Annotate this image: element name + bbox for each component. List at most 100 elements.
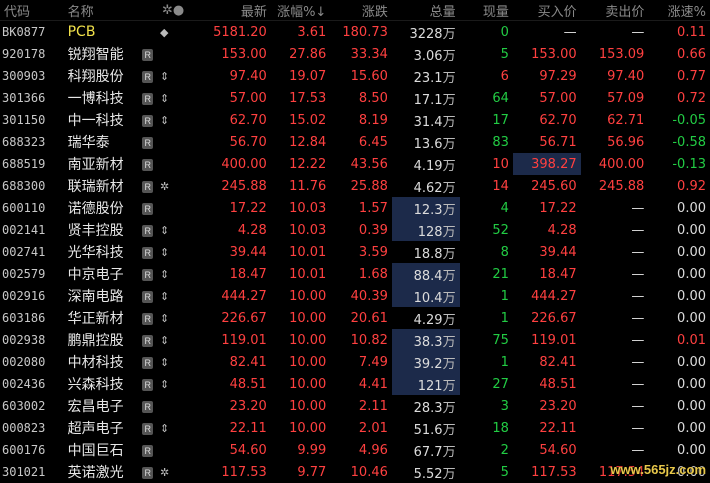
status-mark-icon: [158, 197, 199, 219]
bid-price: 18.47: [513, 263, 581, 285]
col-header-bid[interactable]: 买入价: [513, 0, 581, 21]
col-header-current[interactable]: 现量: [460, 0, 513, 21]
table-row[interactable]: 002916深南电路R⇕444.2710.0040.3910.4万1444.27…: [0, 285, 710, 307]
current-volume: 27: [460, 373, 513, 395]
table-row[interactable]: 002080中材科技R⇕82.4110.007.4939.2万182.41—0.…: [0, 351, 710, 373]
total-volume: 4.29万: [392, 307, 460, 329]
r-badge-icon: R: [142, 247, 153, 259]
table-row[interactable]: 600176中国巨石R54.609.994.9667.7万254.60—0.00: [0, 439, 710, 461]
table-row[interactable]: 301366一博科技R⇕57.0017.538.5017.1万6457.0057…: [0, 87, 710, 109]
table-row[interactable]: 002938鹏鼎控股R⇕119.0110.0010.8238.3万75119.0…: [0, 329, 710, 351]
volume-unit: 万: [443, 467, 456, 482]
speed-pct: 0.00: [648, 241, 710, 263]
status-mark-icon: ⇕: [158, 285, 199, 307]
current-volume: 52: [460, 219, 513, 241]
status-mark-icon: [158, 439, 199, 461]
change-pct: 9.99: [271, 439, 331, 461]
r-badge-icon: R: [142, 423, 153, 435]
volume-value: 67.7: [414, 445, 443, 460]
table-row[interactable]: 301150中一科技R⇕62.7015.028.1931.4万1762.7062…: [0, 109, 710, 131]
table-row[interactable]: 600110诺德股份R17.2210.031.5712.3万417.22—0.0…: [0, 197, 710, 219]
current-volume: 0: [460, 21, 513, 44]
col-header-pct[interactable]: 涨幅%↓: [271, 0, 331, 21]
change-amount: 20.61: [330, 307, 392, 329]
r-badge-cell: R: [137, 197, 158, 219]
latest-price: 56.70: [199, 131, 271, 153]
table-row[interactable]: 603002宏昌电子R23.2010.002.1128.3万323.20—0.0…: [0, 395, 710, 417]
table-row[interactable]: 301021英诺激光R✲117.539.7710.465.52万5117.531…: [0, 461, 710, 483]
table-row[interactable]: BK0877PCB◆5181.203.61180.733228万0——0.11: [0, 21, 710, 44]
col-header-volume[interactable]: 总量: [392, 0, 460, 21]
ask-price: —: [581, 197, 649, 219]
total-volume: 18.8万: [392, 241, 460, 263]
table-row[interactable]: 002579中京电子R⇕18.4710.011.6888.4万2118.47—0…: [0, 263, 710, 285]
volume-value: 17.1: [414, 93, 443, 108]
status-mark-icon: ⇕: [158, 351, 199, 373]
col-header-price[interactable]: 最新: [199, 0, 271, 21]
table-row[interactable]: 002436兴森科技R⇕48.5110.004.41121万2748.51—0.…: [0, 373, 710, 395]
col-header-marks[interactable]: ✲●: [158, 0, 199, 21]
latest-price: 97.40: [199, 65, 271, 87]
latest-price: 117.53: [199, 461, 271, 483]
stock-name: 超声电子: [64, 417, 138, 439]
total-volume: 28.3万: [392, 395, 460, 417]
status-mark-icon: ⇕: [158, 241, 199, 263]
r-badge-icon: R: [142, 115, 153, 127]
volume-unit: 万: [443, 93, 456, 108]
table-row[interactable]: 300903科翔股份R⇕97.4019.0715.6023.1万697.2997…: [0, 65, 710, 87]
ask-price: —: [581, 329, 649, 351]
change-amount: 1.57: [330, 197, 392, 219]
speed-pct: 0.00: [648, 307, 710, 329]
table-row[interactable]: 002741光华科技R⇕39.4410.013.5918.8万839.44—0.…: [0, 241, 710, 263]
volume-unit: 万: [443, 137, 456, 152]
change-amount: 3.59: [330, 241, 392, 263]
status-mark-icon: ⇕: [158, 307, 199, 329]
status-mark-icon: ⇕: [158, 329, 199, 351]
ask-price: 57.09: [581, 87, 649, 109]
col-header-code[interactable]: 代码: [0, 0, 64, 21]
current-volume: 1: [460, 285, 513, 307]
current-volume: 8: [460, 241, 513, 263]
status-mark-icon: ◆: [158, 21, 199, 44]
bid-price: 245.60: [513, 175, 581, 197]
volume-value: 121: [418, 379, 443, 394]
speed-pct: -0.58: [648, 131, 710, 153]
change-amount: 0.39: [330, 219, 392, 241]
status-mark-icon: ⇕: [158, 417, 199, 439]
total-volume: 13.6万: [392, 131, 460, 153]
table-row[interactable]: 688300联瑞新材R✲245.8811.7625.884.62万14245.6…: [0, 175, 710, 197]
table-row[interactable]: 688323瑞华泰R56.7012.846.4513.6万8356.7156.9…: [0, 131, 710, 153]
col-header-ask[interactable]: 卖出价: [581, 0, 649, 21]
stock-code: 600176: [0, 439, 64, 461]
col-header-speed[interactable]: 涨速%: [648, 0, 710, 21]
table-row[interactable]: 000823超声电子R⇕22.1110.002.0151.6万1822.11—0…: [0, 417, 710, 439]
current-volume: 2: [460, 439, 513, 461]
r-badge-icon: R: [142, 401, 153, 413]
stock-name: 一博科技: [64, 87, 138, 109]
table-row[interactable]: 920178锐翔智能R153.0027.8633.343.06万5153.001…: [0, 43, 710, 65]
volume-value: 28.3: [414, 401, 443, 416]
ask-price: —: [581, 285, 649, 307]
change-pct: 10.03: [271, 197, 331, 219]
header-row: 代码 名称 ✲● 最新 涨幅%↓ 涨跌 总量 现量 买入价 卖出价 涨速%: [0, 0, 710, 21]
current-volume: 10: [460, 153, 513, 175]
table-row[interactable]: 603186华正新材R⇕226.6710.0020.614.29万1226.67…: [0, 307, 710, 329]
quote-list: 代码 名称 ✲● 最新 涨幅%↓ 涨跌 总量 现量 买入价 卖出价 涨速% BK…: [0, 0, 710, 481]
bid-price: 82.41: [513, 351, 581, 373]
stock-name: 贤丰控股: [64, 219, 138, 241]
table-row[interactable]: 688519南亚新材R400.0012.2243.564.19万10398.27…: [0, 153, 710, 175]
total-volume: 10.4万: [392, 285, 460, 307]
stock-code: 002579: [0, 263, 64, 285]
r-badge-cell: R: [137, 153, 158, 175]
current-volume: 64: [460, 87, 513, 109]
ask-price: —: [581, 307, 649, 329]
speed-pct: 0.00: [648, 351, 710, 373]
col-header-change[interactable]: 涨跌: [330, 0, 392, 21]
latest-price: 5181.20: [199, 21, 271, 44]
stock-code: 600110: [0, 197, 64, 219]
col-header-name[interactable]: 名称: [64, 0, 138, 21]
bid-price: 4.28: [513, 219, 581, 241]
total-volume: 3.06万: [392, 43, 460, 65]
bid-price: 119.01: [513, 329, 581, 351]
table-row[interactable]: 002141贤丰控股R⇕4.2810.030.39128万524.28—0.00: [0, 219, 710, 241]
